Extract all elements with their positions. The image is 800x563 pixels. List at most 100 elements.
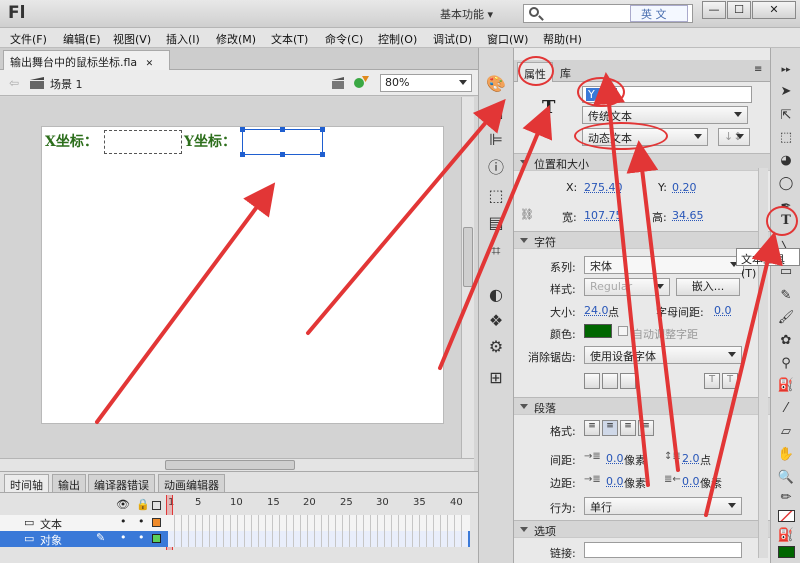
close-icon[interactable]: ✕ xyxy=(146,59,154,69)
x-text-field[interactable] xyxy=(104,130,182,154)
motion-presets-icon[interactable]: ◐ xyxy=(485,285,507,305)
frame-cells[interactable] xyxy=(168,515,468,531)
width-value[interactable]: 107.75 xyxy=(584,209,623,222)
menu-view[interactable]: 视图(V) xyxy=(113,31,151,47)
bone-tool-icon[interactable]: ⚲ xyxy=(776,354,796,374)
minimize-button[interactable]: — xyxy=(702,1,726,19)
panel-menu-icon[interactable]: ▸▸ xyxy=(776,60,796,80)
section-paragraph[interactable]: 段落 xyxy=(514,397,770,415)
tab-compiler-errors[interactable]: 编译器错误 xyxy=(88,474,155,492)
section-options[interactable]: 选项 xyxy=(514,520,770,538)
section-position-size[interactable]: 位置和大小 xyxy=(514,153,770,171)
project-icon[interactable]: ⊞ xyxy=(485,368,507,388)
indent-value[interactable]: 0.0 xyxy=(606,452,624,465)
layer-row[interactable]: ▭ 文本 • • xyxy=(0,515,470,531)
frame-cells[interactable] xyxy=(168,531,468,547)
eyedropper-icon[interactable]: ⁄ xyxy=(776,399,796,419)
tab-timeline[interactable]: 时间轴 xyxy=(4,474,49,492)
menu-file[interactable]: 文件(F) xyxy=(10,31,47,47)
document-tab[interactable]: 输出舞台中的鼠标坐标.fla ✕ xyxy=(3,50,170,70)
selectable-icon[interactable] xyxy=(584,373,600,389)
info-icon[interactable]: ⓘ xyxy=(485,158,507,178)
fill-color-icon[interactable]: ⛽ xyxy=(776,526,796,546)
edit-scene-icon[interactable] xyxy=(331,76,347,90)
maximize-button[interactable]: ☐ xyxy=(727,1,751,19)
panel-menu-icon[interactable]: ≡ xyxy=(754,64,762,75)
subscript-icon[interactable]: T xyxy=(722,373,738,389)
zoom-tool-icon[interactable]: 🔍 xyxy=(776,468,796,488)
align-left-icon[interactable]: ≡ xyxy=(584,420,600,436)
workspace-switcher[interactable]: 基本功能 ▾ xyxy=(440,6,493,22)
swatches-icon[interactable]: ▦ xyxy=(485,102,507,122)
right-margin-value[interactable]: 0.0 xyxy=(682,475,700,488)
stroke-color-icon[interactable]: ✏ xyxy=(776,488,796,508)
text-engine-select[interactable]: 传统文本 xyxy=(582,106,748,124)
edit-symbols-icon[interactable] xyxy=(353,74,371,90)
component-inspector-icon[interactable]: ⚙ xyxy=(485,337,507,357)
layer-color-swatch[interactable] xyxy=(152,534,161,543)
section-character[interactable]: 字符 xyxy=(514,231,770,249)
menu-commands[interactable]: 命令(C) xyxy=(325,31,363,47)
paint-bucket-icon[interactable]: ⛽ xyxy=(776,376,796,396)
deco-tool-icon[interactable]: ✿ xyxy=(776,331,796,351)
visibility-dot[interactable]: • xyxy=(120,515,127,528)
color-palette-icon[interactable]: 🎨 xyxy=(485,74,507,94)
menu-text[interactable]: 文本(T) xyxy=(271,31,308,47)
scroll-thumb[interactable] xyxy=(463,227,473,287)
menu-help[interactable]: 帮助(H) xyxy=(543,31,582,47)
brush-tool-icon[interactable]: 🖌 xyxy=(776,308,796,328)
menu-modify[interactable]: 修改(M) xyxy=(216,31,256,47)
link-input[interactable] xyxy=(584,542,742,558)
visibility-dot[interactable]: • xyxy=(120,531,127,544)
history-icon[interactable]: ▤ xyxy=(485,213,507,233)
behavior-select[interactable]: 单行 xyxy=(584,497,742,515)
font-style-select[interactable]: Regular xyxy=(584,278,670,296)
lock-icon[interactable]: 🔒 xyxy=(136,498,150,511)
selection-tool-icon[interactable]: ➤ xyxy=(776,82,796,102)
y-value[interactable]: 0.20 xyxy=(672,181,697,194)
transform-icon[interactable]: ⬚ xyxy=(485,186,507,206)
menu-debug[interactable]: 调试(D) xyxy=(433,31,472,47)
lock-dot[interactable]: • xyxy=(138,531,145,544)
letter-spacing-value[interactable]: 0.0 xyxy=(714,304,732,317)
menu-insert[interactable]: 插入(I) xyxy=(166,31,200,47)
close-button[interactable]: ✕ xyxy=(752,1,796,19)
layer-row-selected[interactable]: ▭ 对象 ✎ • • xyxy=(0,531,470,547)
zoom-select[interactable]: 80% xyxy=(380,74,472,92)
free-transform-icon[interactable]: ⬚ xyxy=(776,128,796,148)
superscript-icon[interactable]: T xyxy=(704,373,720,389)
text-orientation-select[interactable]: ↓↕ xyxy=(718,128,750,146)
justify-icon[interactable]: ≡ xyxy=(638,420,654,436)
embed-button[interactable]: 嵌入... xyxy=(676,278,740,296)
components-icon[interactable]: ❖ xyxy=(485,311,507,331)
font-family-select[interactable]: 宋体 xyxy=(584,256,744,274)
lasso-tool-icon[interactable]: ◯ xyxy=(776,174,796,194)
menu-edit[interactable]: 编辑(E) xyxy=(63,31,101,47)
x-value[interactable]: 275.40 xyxy=(584,181,623,194)
menu-window[interactable]: 窗口(W) xyxy=(487,31,528,47)
height-value[interactable]: 34.65 xyxy=(672,209,704,222)
link-dimensions-icon[interactable]: ⛓ xyxy=(520,208,534,221)
y-text-field-selected[interactable] xyxy=(240,127,325,157)
vertical-scrollbar[interactable] xyxy=(461,97,474,458)
render-html-icon[interactable] xyxy=(602,373,618,389)
tab-output[interactable]: 输出 xyxy=(52,474,86,492)
pencil-tool-icon[interactable]: ✎ xyxy=(776,286,796,306)
align-right-icon[interactable]: ≡ xyxy=(620,420,636,436)
lock-dot[interactable]: • xyxy=(138,515,145,528)
tab-motion-editor[interactable]: 动画编辑器 xyxy=(158,474,225,492)
align-center-icon[interactable]: ≡ xyxy=(602,420,618,436)
show-border-icon[interactable] xyxy=(620,373,636,389)
font-size-value[interactable]: 24.0 xyxy=(584,304,609,317)
stage[interactable]: X坐标： Y坐标： xyxy=(41,126,444,424)
stroke-color-swatch[interactable] xyxy=(778,510,795,522)
eye-icon[interactable]: 👁 xyxy=(116,498,130,511)
menu-control[interactable]: 控制(O) xyxy=(378,31,417,47)
line-spacing-value[interactable]: 2.0 xyxy=(682,452,700,465)
back-arrow-icon[interactable]: ⇦ xyxy=(9,76,19,90)
outline-icon[interactable] xyxy=(152,501,161,510)
scroll-thumb[interactable] xyxy=(165,460,295,470)
align-icon[interactable]: ⊫ xyxy=(485,130,507,150)
text-color-swatch[interactable] xyxy=(584,324,612,338)
horizontal-scrollbar[interactable] xyxy=(0,458,474,471)
